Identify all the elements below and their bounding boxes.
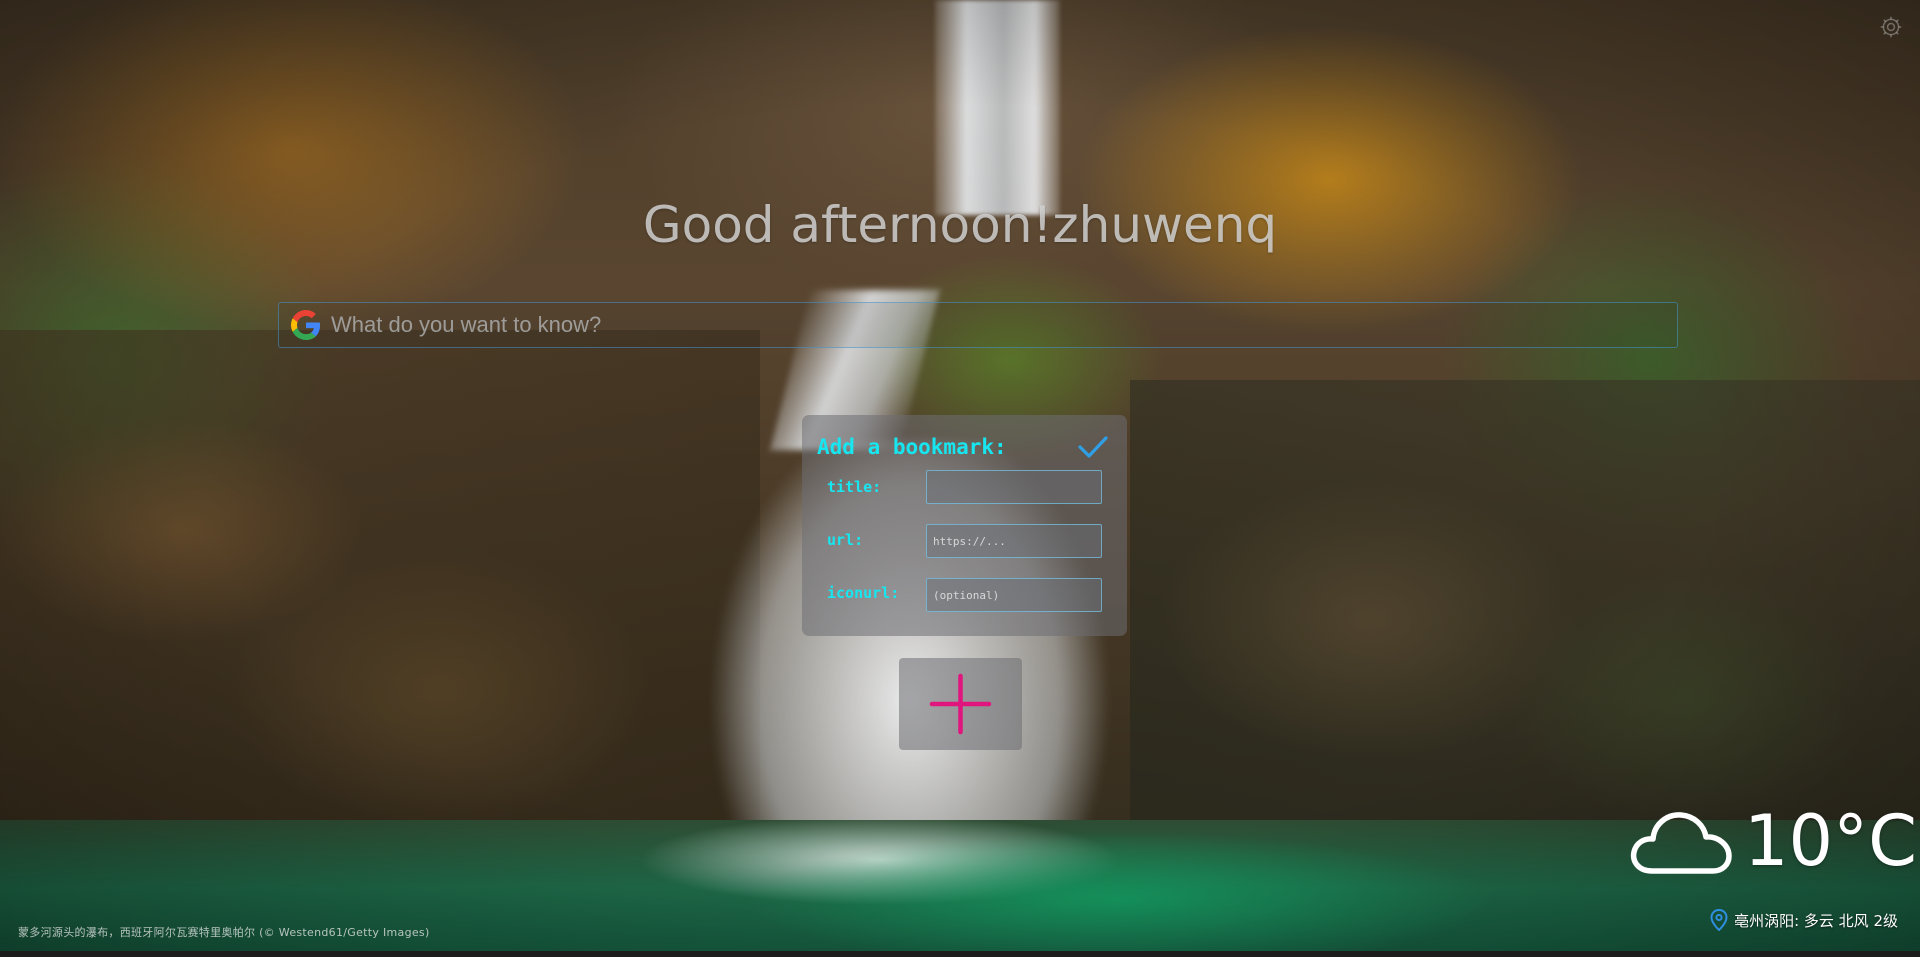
search-bar[interactable] <box>278 302 1678 348</box>
weather-widget: 10°C <box>1626 800 1917 882</box>
check-icon[interactable] <box>1076 433 1110 461</box>
iconurl-label: iconurl: <box>827 584 900 602</box>
gear-icon[interactable] <box>1878 14 1904 40</box>
dialog-title: Add a bookmark: <box>817 435 1007 459</box>
photo-caption: 蒙多河源头的瀑布，西班牙阿尔瓦赛特里奥帕尔 (© Westend61/Getty… <box>18 926 430 939</box>
url-label: url: <box>827 531 864 549</box>
title-label: title: <box>827 478 882 496</box>
plus-icon <box>929 673 992 735</box>
location-text: 亳州涡阳: 多云 北风 2级 <box>1734 911 1898 930</box>
temperature: 10°C <box>1744 800 1917 882</box>
google-icon <box>291 310 321 340</box>
add-bookmark-dialog: Add a bookmark: title: url: iconurl: <box>802 415 1127 636</box>
title-field[interactable] <box>926 470 1102 504</box>
url-field[interactable] <box>926 524 1102 558</box>
weather-location: 亳州涡阳: 多云 北风 2级 <box>1710 909 1898 931</box>
location-pin-icon <box>1710 909 1728 931</box>
greeting-text: Good afternoon!zhuwenq <box>642 196 1278 254</box>
add-bookmark-button[interactable] <box>899 658 1022 750</box>
bottom-bar <box>0 951 1920 957</box>
iconurl-field[interactable] <box>926 578 1102 612</box>
search-input[interactable] <box>321 302 1677 348</box>
cloud-icon <box>1630 812 1732 874</box>
